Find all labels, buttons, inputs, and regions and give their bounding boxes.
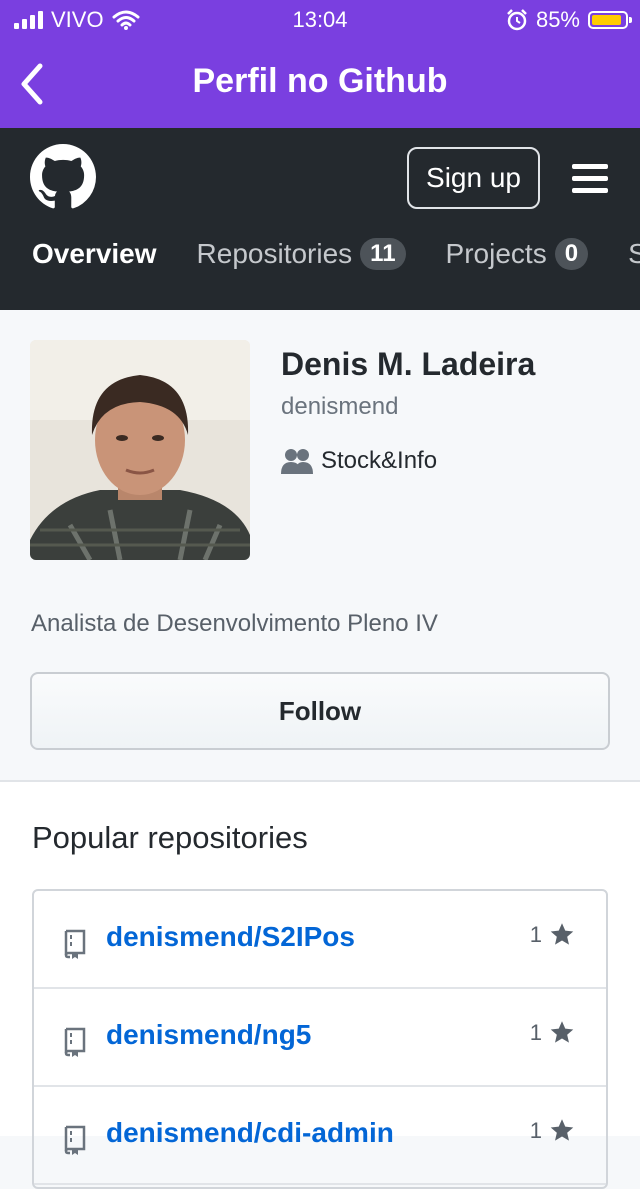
star-count: 1 <box>529 1019 542 1045</box>
tab-projects[interactable]: Projects 0 <box>446 238 589 270</box>
repo-book-icon <box>64 1125 86 1155</box>
star-count: 1 <box>529 1117 542 1143</box>
status-bar: VIVO 13:04 85% <box>0 0 640 40</box>
repository-list: denismend/S2IPos 1 denismend/ng5 1 denis… <box>32 889 608 1189</box>
repo-stars: 1 <box>530 1117 576 1144</box>
star-icon <box>550 1119 574 1141</box>
tab-repositories[interactable]: Repositories 11 <box>197 238 406 270</box>
star-icon <box>550 923 574 945</box>
list-item[interactable]: denismend/cdi-admin 1 <box>34 1087 606 1185</box>
repo-book-icon <box>64 929 86 959</box>
list-item[interactable]: denismend/S2IPos 1 <box>34 891 606 989</box>
github-header: Sign up Overview Repositories 11 Project… <box>0 128 640 310</box>
status-right: 85% <box>506 7 632 33</box>
profile-tabs: Overview Repositories 11 Projects 0 S <box>32 238 640 270</box>
list-item[interactable]: denismend/ng5 1 <box>34 989 606 1087</box>
sign-up-button[interactable]: Sign up <box>407 147 540 209</box>
profile-full-name: Denis M. Ladeira <box>281 346 536 382</box>
star-icon <box>550 1021 574 1043</box>
repo-link[interactable]: denismend/S2IPos <box>106 921 355 953</box>
profile-username: denismend <box>281 393 399 420</box>
app-navbar: Perfil no Github <box>0 40 640 128</box>
profile-organization: Stock&Info <box>281 447 437 475</box>
repositories-counter: 11 <box>360 238 406 270</box>
alarm-icon <box>507 9 527 31</box>
battery-percent: 85% <box>535 7 580 32</box>
tab-label: Overview <box>32 238 157 269</box>
projects-counter: 0 <box>554 238 589 270</box>
popular-repositories: Popular repositories denismend/S2IPos 1 <box>0 782 640 1189</box>
repo-stars: 1 <box>530 921 576 948</box>
section-heading: Popular repositories <box>32 820 308 855</box>
organization-name: Stock&Info <box>321 447 438 474</box>
github-logo-icon[interactable] <box>30 144 96 210</box>
avatar[interactable] <box>30 340 250 560</box>
tab-overflow[interactable]: S <box>628 238 640 270</box>
tab-label: Projects <box>445 238 547 269</box>
tab-overview[interactable]: Overview <box>32 238 157 270</box>
page-title: Perfil no Github <box>192 62 448 100</box>
profile-card: Denis M. Ladeira denismend Stock&Info An… <box>0 310 640 782</box>
battery-icon <box>588 11 632 29</box>
hamburger-menu-icon[interactable] <box>572 164 608 194</box>
repo-link[interactable]: denismend/cdi-admin <box>106 1117 394 1149</box>
repo-link[interactable]: denismend/ng5 <box>106 1019 311 1051</box>
follow-button[interactable]: Follow <box>30 672 610 750</box>
repo-book-icon <box>64 1027 86 1057</box>
people-icon <box>281 449 313 474</box>
tab-label: Repositories <box>196 238 353 269</box>
star-count: 1 <box>529 921 542 947</box>
repo-stars: 1 <box>530 1019 576 1046</box>
profile-bio: Analista de Desenvolvimento Pleno IV <box>31 610 438 637</box>
